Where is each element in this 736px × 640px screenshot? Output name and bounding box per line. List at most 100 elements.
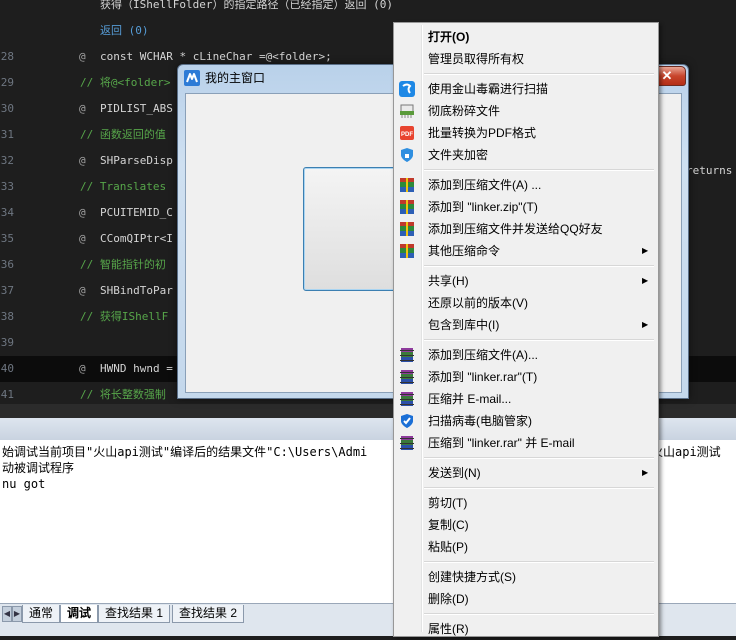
code-text: // 将长整数强制 bbox=[80, 388, 166, 401]
menu-separator bbox=[424, 613, 654, 615]
menu-item[interactable]: 属性(R) bbox=[396, 618, 654, 640]
output-line: 动被调试程序 bbox=[2, 461, 75, 475]
line-number: 30 bbox=[0, 102, 14, 115]
menu-item-label: 添加到 "linker.zip"(T) bbox=[428, 200, 538, 214]
guard-shield-icon bbox=[399, 413, 415, 429]
code-text: // 智能指针的初 bbox=[80, 258, 166, 271]
menu-item-label: 属性(R) bbox=[428, 622, 469, 636]
line-number: 33 bbox=[0, 180, 14, 193]
line-number: 28 bbox=[0, 50, 14, 63]
tab-2[interactable]: 调试 bbox=[60, 605, 99, 623]
tab-1[interactable]: 通常 bbox=[22, 605, 61, 623]
output-line: 始调试当前项目"火山api测试"编译后的结果文件"C:\Users\Admi bbox=[2, 445, 368, 459]
menu-separator bbox=[424, 73, 654, 75]
code-text: SHBindToPar bbox=[100, 284, 173, 297]
menu-item-label: 使用金山毒霸进行扫描 bbox=[428, 82, 549, 96]
menu-item[interactable]: 其他压缩命令 ▶ bbox=[396, 240, 654, 262]
menu-item-label: 添加到 "linker.rar"(T) bbox=[428, 370, 538, 384]
menu-item[interactable]: 使用金山毒霸进行扫描 bbox=[396, 78, 654, 100]
line-marker: @ bbox=[79, 50, 86, 63]
menu-item-label: 删除(D) bbox=[428, 592, 469, 606]
line-number: 34 bbox=[0, 206, 14, 219]
line-number: 39 bbox=[0, 336, 14, 349]
archive-icon bbox=[399, 221, 415, 237]
line-marker: @ bbox=[79, 284, 86, 297]
menu-item-label: 批量转换为PDF格式 bbox=[428, 126, 537, 140]
code-text: HWND hwnd = bbox=[100, 362, 173, 375]
dialog-title: 我的主窗口 bbox=[205, 71, 266, 85]
menu-item-label: 复制(C) bbox=[428, 518, 469, 532]
menu-item[interactable]: 管理员取得所有权 bbox=[396, 48, 654, 70]
menu-item-label: 压缩到 "linker.rar" 并 E-mail bbox=[428, 436, 575, 450]
menu-item[interactable]: 打开(O) bbox=[396, 26, 654, 48]
menu-item[interactable]: 删除(D) bbox=[396, 588, 654, 610]
tab-4[interactable]: 查找结果 2 bbox=[172, 605, 245, 623]
menu-item[interactable]: 创建快捷方式(S) bbox=[396, 566, 654, 588]
line-number: 31 bbox=[0, 128, 14, 141]
menu-item[interactable]: 包含到库中(I) ▶ bbox=[396, 314, 654, 336]
output-line: nu got bbox=[2, 477, 46, 491]
code-text: CComQIPtr<I bbox=[100, 232, 173, 245]
menu-item[interactable]: 添加到压缩文件并发送给QQ好友 bbox=[396, 218, 654, 240]
line-number: 38 bbox=[0, 310, 14, 323]
menu-item-label: 发送到(N) bbox=[428, 466, 481, 480]
tab-scroll-left-icon[interactable]: ◀ bbox=[2, 606, 12, 622]
code-line[interactable]: 获得（IShellFolder）的指定路径（已经指定）返回 (0) bbox=[0, 0, 736, 18]
menu-item-label: 添加到压缩文件并发送给QQ好友 bbox=[428, 222, 603, 236]
code-text: PCUITEMID_C bbox=[100, 206, 173, 219]
menu-item[interactable]: 扫描病毒(电脑管家) bbox=[396, 410, 654, 432]
code-text: 获得（IShellFolder）的指定路径（已经指定）返回 (0) bbox=[100, 0, 393, 11]
menu-item-label: 粘贴(P) bbox=[428, 540, 468, 554]
menu-item[interactable]: 压缩到 "linker.rar" 并 E-mail bbox=[396, 432, 654, 454]
line-marker: @ bbox=[79, 362, 86, 375]
line-marker: @ bbox=[79, 206, 86, 219]
tab-3[interactable]: 查找结果 1 bbox=[98, 605, 171, 623]
submenu-arrow-icon: ▶ bbox=[642, 246, 649, 255]
archive-icon bbox=[399, 199, 415, 215]
menu-item[interactable]: 还原以前的版本(V) bbox=[396, 292, 654, 314]
menu-item[interactable]: 添加到压缩文件(A)... bbox=[396, 344, 654, 366]
menu-item-label: 彻底粉碎文件 bbox=[428, 104, 501, 118]
line-number: 32 bbox=[0, 154, 14, 167]
menu-item[interactable]: 添加到 "linker.zip"(T) bbox=[396, 196, 654, 218]
archive-icon bbox=[399, 243, 415, 259]
code-text: // Translates bbox=[80, 180, 167, 193]
menu-item-label: 其他压缩命令 bbox=[428, 244, 501, 258]
line-number: 35 bbox=[0, 232, 14, 245]
menu-item-label: 添加到压缩文件(A)... bbox=[428, 348, 538, 362]
menu-item-label: 扫描病毒(电脑管家) bbox=[428, 414, 532, 428]
pdf-icon: PDF bbox=[399, 125, 415, 141]
menu-item-label: 打开(O) bbox=[428, 30, 470, 44]
menu-item[interactable]: PDF 批量转换为PDF格式 bbox=[396, 122, 654, 144]
line-number: 41 bbox=[0, 388, 14, 401]
menu-item[interactable]: 添加到 "linker.rar"(T) bbox=[396, 366, 654, 388]
menu-separator bbox=[424, 457, 654, 459]
menu-item-label: 包含到库中(I) bbox=[428, 318, 500, 332]
winrar-icon bbox=[399, 369, 415, 385]
menu-item[interactable]: 文件夹加密 bbox=[396, 144, 654, 166]
menu-item-label: 添加到压缩文件(A) ... bbox=[428, 178, 542, 192]
menu-item[interactable]: 粘贴(P) bbox=[396, 536, 654, 558]
menu-separator bbox=[424, 561, 654, 563]
line-marker: @ bbox=[79, 232, 86, 245]
menu-item[interactable]: 共享(H) ▶ bbox=[396, 270, 654, 292]
menu-item[interactable]: 彻底粉碎文件 bbox=[396, 100, 654, 122]
menu-item[interactable]: 添加到压缩文件(A) ... bbox=[396, 174, 654, 196]
line-number: 36 bbox=[0, 258, 14, 271]
tab-scroll-right-icon[interactable]: ▶ bbox=[12, 606, 22, 622]
menu-item[interactable]: 发送到(N) ▶ bbox=[396, 462, 654, 484]
line-number: 40 bbox=[0, 362, 14, 375]
svg-text:PDF: PDF bbox=[401, 132, 413, 138]
line-number: 29 bbox=[0, 76, 14, 89]
menu-item-label: 创建快捷方式(S) bbox=[428, 570, 516, 584]
output-right-fragment: 火山api测试 bbox=[651, 445, 721, 459]
menu-item[interactable]: 剪切(T) bbox=[396, 492, 654, 514]
code-right-fragment: returns bbox=[686, 164, 733, 177]
menu-item-label: 压缩并 E-mail... bbox=[428, 392, 512, 406]
context-menu: 打开(O) 管理员取得所有权使用金山毒霸进行扫描 彻底粉碎文件 PDF 批量转换为PDF… bbox=[393, 22, 659, 637]
menu-item[interactable]: 压缩并 E-mail... bbox=[396, 388, 654, 410]
menu-item-label: 管理员取得所有权 bbox=[428, 52, 525, 66]
menu-item[interactable]: 复制(C) bbox=[396, 514, 654, 536]
code-text: 返回 (0) bbox=[100, 24, 149, 37]
winrar-icon bbox=[399, 435, 415, 451]
